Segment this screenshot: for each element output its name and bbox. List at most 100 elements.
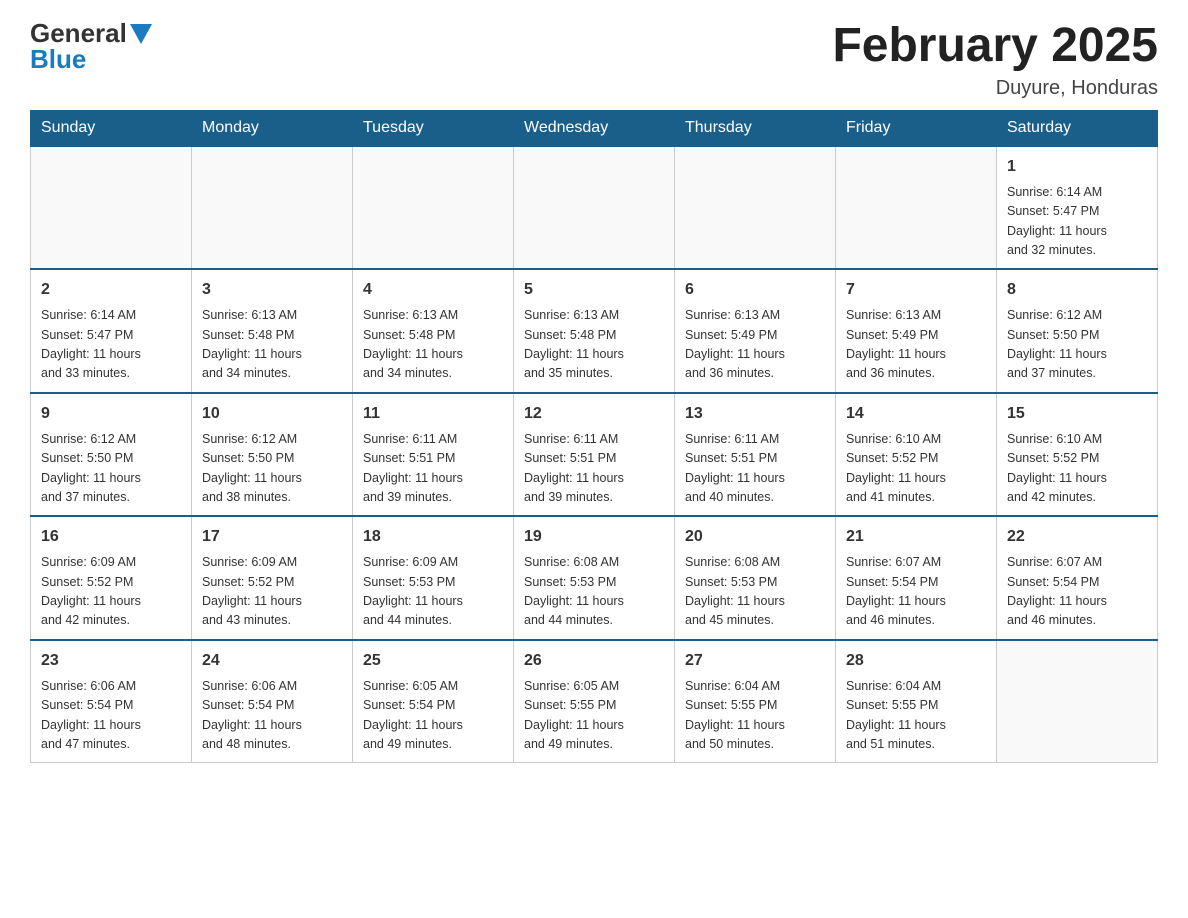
table-row: [997, 640, 1158, 763]
table-row: 6 Sunrise: 6:13 AMSunset: 5:49 PMDaylight…: [675, 269, 836, 393]
col-thursday: Thursday: [675, 110, 836, 146]
day-number: 7: [846, 278, 986, 302]
day-number: 1: [1007, 155, 1147, 179]
day-number: 18: [363, 525, 503, 549]
day-info: Sunrise: 6:13 AMSunset: 5:48 PMDaylight:…: [202, 306, 342, 384]
day-info: Sunrise: 6:11 AMSunset: 5:51 PMDaylight:…: [363, 430, 503, 508]
day-info: Sunrise: 6:05 AMSunset: 5:55 PMDaylight:…: [524, 677, 664, 755]
logo-blue-text: Blue: [30, 44, 86, 74]
page-header: General Blue February 2025 Duyure, Hondu…: [30, 20, 1158, 100]
table-row: 9 Sunrise: 6:12 AMSunset: 5:50 PMDaylight…: [31, 393, 192, 517]
day-info: Sunrise: 6:10 AMSunset: 5:52 PMDaylight:…: [846, 430, 986, 508]
calendar-table: Sunday Monday Tuesday Wednesday Thursday…: [30, 110, 1158, 764]
table-row: [675, 146, 836, 270]
day-info: Sunrise: 6:05 AMSunset: 5:54 PMDaylight:…: [363, 677, 503, 755]
table-row: [836, 146, 997, 270]
day-info: Sunrise: 6:08 AMSunset: 5:53 PMDaylight:…: [524, 553, 664, 631]
col-saturday: Saturday: [997, 110, 1158, 146]
day-number: 15: [1007, 402, 1147, 426]
day-number: 17: [202, 525, 342, 549]
day-number: 22: [1007, 525, 1147, 549]
calendar-subtitle: Duyure, Honduras: [832, 77, 1158, 100]
day-number: 9: [41, 402, 181, 426]
day-number: 21: [846, 525, 986, 549]
day-number: 20: [685, 525, 825, 549]
logo-general-text: General: [30, 20, 127, 46]
calendar-week-row: 1 Sunrise: 6:14 AMSunset: 5:47 PMDaylight…: [31, 146, 1158, 270]
day-info: Sunrise: 6:08 AMSunset: 5:53 PMDaylight:…: [685, 553, 825, 631]
calendar-week-row: 16 Sunrise: 6:09 AMSunset: 5:52 PMDayligh…: [31, 516, 1158, 640]
day-info: Sunrise: 6:09 AMSunset: 5:52 PMDaylight:…: [41, 553, 181, 631]
table-row: 3 Sunrise: 6:13 AMSunset: 5:48 PMDaylight…: [192, 269, 353, 393]
day-number: 5: [524, 278, 664, 302]
table-row: 20 Sunrise: 6:08 AMSunset: 5:53 PMDayligh…: [675, 516, 836, 640]
table-row: 25Sunrise: 6:05 AMSunset: 5:54 PMDayligh…: [353, 640, 514, 763]
day-info: Sunrise: 6:04 AMSunset: 5:55 PMDaylight:…: [685, 677, 825, 755]
table-row: 24Sunrise: 6:06 AMSunset: 5:54 PMDayligh…: [192, 640, 353, 763]
table-row: [514, 146, 675, 270]
table-row: 11 Sunrise: 6:11 AMSunset: 5:51 PMDayligh…: [353, 393, 514, 517]
day-number: 3: [202, 278, 342, 302]
day-number: 6: [685, 278, 825, 302]
col-friday: Friday: [836, 110, 997, 146]
day-number: 23: [41, 649, 181, 673]
table-row: 12 Sunrise: 6:11 AMSunset: 5:51 PMDayligh…: [514, 393, 675, 517]
table-row: [353, 146, 514, 270]
col-tuesday: Tuesday: [353, 110, 514, 146]
logo-triangle-icon: [130, 24, 152, 46]
table-row: [31, 146, 192, 270]
table-row: 17 Sunrise: 6:09 AMSunset: 5:52 PMDayligh…: [192, 516, 353, 640]
table-row: 5Sunrise: 6:13 AMSunset: 5:48 PMDaylight…: [514, 269, 675, 393]
day-info: Sunrise: 6:14 AMSunset: 5:47 PMDaylight:…: [41, 306, 181, 384]
col-wednesday: Wednesday: [514, 110, 675, 146]
table-row: 23 Sunrise: 6:06 AMSunset: 5:54 PMDayligh…: [31, 640, 192, 763]
title-block: February 2025 Duyure, Honduras: [832, 20, 1158, 100]
day-number: 26: [524, 649, 664, 673]
day-info: Sunrise: 6:14 AMSunset: 5:47 PMDaylight:…: [1007, 183, 1147, 261]
day-info: Sunrise: 6:10 AMSunset: 5:52 PMDaylight:…: [1007, 430, 1147, 508]
day-number: 2: [41, 278, 181, 302]
day-number: 28: [846, 649, 986, 673]
day-number: 8: [1007, 278, 1147, 302]
table-row: 8 Sunrise: 6:12 AMSunset: 5:50 PMDaylight…: [997, 269, 1158, 393]
day-info: Sunrise: 6:13 AMSunset: 5:49 PMDaylight:…: [685, 306, 825, 384]
day-info: Sunrise: 6:06 AMSunset: 5:54 PMDaylight:…: [41, 677, 181, 755]
calendar-week-row: 23 Sunrise: 6:06 AMSunset: 5:54 PMDayligh…: [31, 640, 1158, 763]
table-row: 14Sunrise: 6:10 AMSunset: 5:52 PMDayligh…: [836, 393, 997, 517]
calendar-header-row: Sunday Monday Tuesday Wednesday Thursday…: [31, 110, 1158, 146]
table-row: 28 Sunrise: 6:04 AMSunset: 5:55 PMDayligh…: [836, 640, 997, 763]
table-row: 18 Sunrise: 6:09 AMSunset: 5:53 PMDayligh…: [353, 516, 514, 640]
table-row: 1 Sunrise: 6:14 AMSunset: 5:47 PMDaylight…: [997, 146, 1158, 270]
calendar-week-row: 2 Sunrise: 6:14 AMSunset: 5:47 PMDaylight…: [31, 269, 1158, 393]
day-info: Sunrise: 6:12 AMSunset: 5:50 PMDaylight:…: [202, 430, 342, 508]
table-row: 15 Sunrise: 6:10 AMSunset: 5:52 PMDayligh…: [997, 393, 1158, 517]
col-sunday: Sunday: [31, 110, 192, 146]
day-info: Sunrise: 6:11 AMSunset: 5:51 PMDaylight:…: [685, 430, 825, 508]
day-number: 12: [524, 402, 664, 426]
day-number: 13: [685, 402, 825, 426]
day-info: Sunrise: 6:09 AMSunset: 5:53 PMDaylight:…: [363, 553, 503, 631]
day-number: 4: [363, 278, 503, 302]
day-info: Sunrise: 6:06 AMSunset: 5:54 PMDaylight:…: [202, 677, 342, 755]
day-info: Sunrise: 6:13 AMSunset: 5:49 PMDaylight:…: [846, 306, 986, 384]
table-row: 26 Sunrise: 6:05 AMSunset: 5:55 PMDayligh…: [514, 640, 675, 763]
table-row: 10 Sunrise: 6:12 AMSunset: 5:50 PMDayligh…: [192, 393, 353, 517]
day-info: Sunrise: 6:13 AMSunset: 5:48 PMDaylight:…: [363, 306, 503, 384]
day-info: Sunrise: 6:09 AMSunset: 5:52 PMDaylight:…: [202, 553, 342, 631]
table-row: 16 Sunrise: 6:09 AMSunset: 5:52 PMDayligh…: [31, 516, 192, 640]
day-number: 11: [363, 402, 503, 426]
day-number: 10: [202, 402, 342, 426]
table-row: 13 Sunrise: 6:11 AMSunset: 5:51 PMDayligh…: [675, 393, 836, 517]
table-row: 2 Sunrise: 6:14 AMSunset: 5:47 PMDaylight…: [31, 269, 192, 393]
day-info: Sunrise: 6:12 AMSunset: 5:50 PMDaylight:…: [1007, 306, 1147, 384]
table-row: [192, 146, 353, 270]
day-info: Sunrise: 6:12 AMSunset: 5:50 PMDaylight:…: [41, 430, 181, 508]
day-info: Sunrise: 6:04 AMSunset: 5:55 PMDaylight:…: [846, 677, 986, 755]
day-number: 16: [41, 525, 181, 549]
day-info: Sunrise: 6:11 AMSunset: 5:51 PMDaylight:…: [524, 430, 664, 508]
day-info: Sunrise: 6:07 AMSunset: 5:54 PMDaylight:…: [1007, 553, 1147, 631]
table-row: 22 Sunrise: 6:07 AMSunset: 5:54 PMDayligh…: [997, 516, 1158, 640]
col-monday: Monday: [192, 110, 353, 146]
logo: General Blue: [30, 20, 152, 72]
day-info: Sunrise: 6:07 AMSunset: 5:54 PMDaylight:…: [846, 553, 986, 631]
